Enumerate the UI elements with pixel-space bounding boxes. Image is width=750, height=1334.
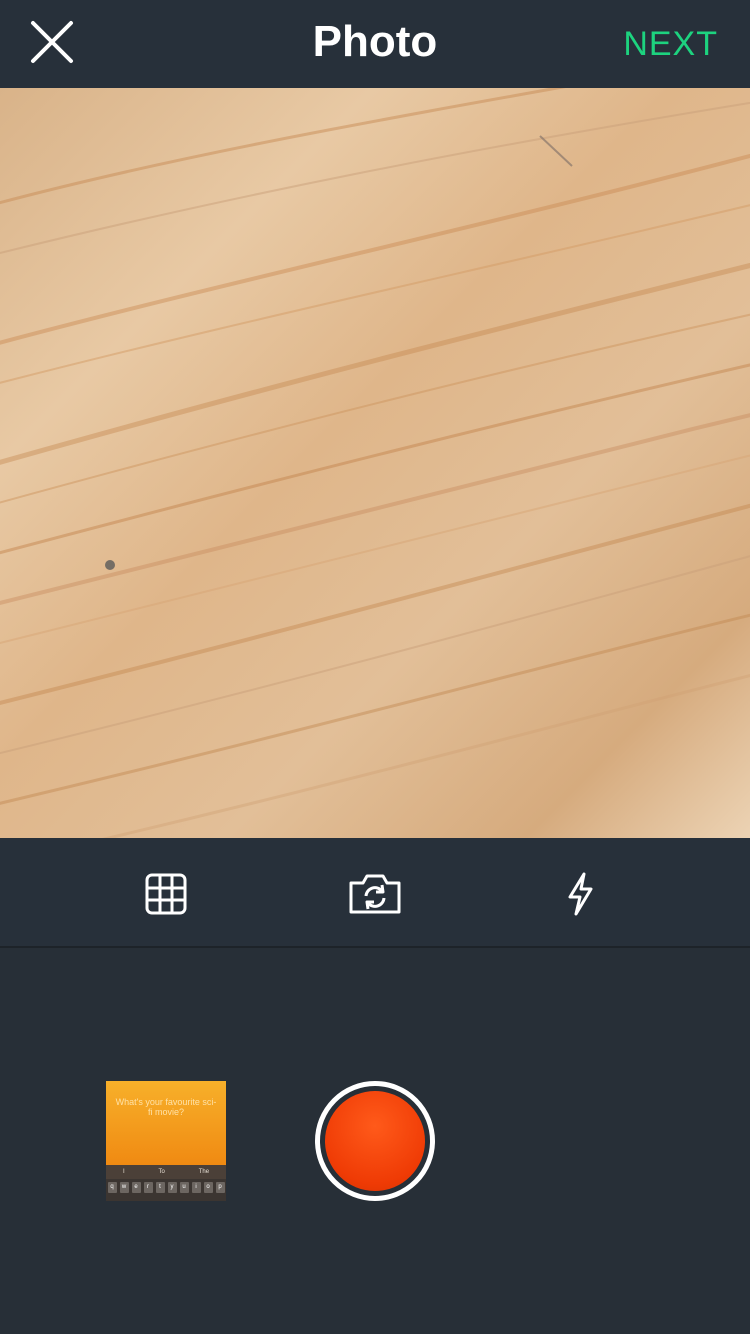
thumbnail-key: u	[179, 1182, 189, 1193]
camera-toolbar	[0, 838, 750, 946]
thumbnail-suggestion: The	[198, 1169, 210, 1175]
thumbnail-question: What's your favourite sci-fi movie?	[115, 1097, 217, 1117]
thumbnail-keyboard: q w e r t y u i o p	[106, 1179, 226, 1201]
flash-button[interactable]	[548, 862, 612, 926]
switch-camera-button[interactable]	[343, 862, 407, 926]
thumbnail-key: r	[143, 1182, 153, 1193]
thumbnail-suggestion: To	[158, 1169, 165, 1175]
grid-button[interactable]	[134, 862, 198, 926]
next-button[interactable]: NEXT	[623, 22, 718, 66]
camera-viewfinder[interactable]	[0, 88, 750, 838]
flash-icon	[568, 872, 593, 916]
thumbnail-key: i	[191, 1182, 201, 1193]
gallery-thumbnail[interactable]: What's your favourite sci-fi movie? I To…	[106, 1081, 226, 1201]
thumbnail-key: e	[131, 1182, 141, 1193]
switch-camera-icon	[349, 874, 401, 914]
thumbnail-key: p	[215, 1182, 225, 1193]
thumbnail-background	[106, 1081, 226, 1165]
shutter-button-core	[325, 1091, 425, 1191]
thumbnail-key: t	[155, 1182, 165, 1193]
grid-icon	[145, 873, 187, 915]
thumbnail-key: q	[107, 1182, 117, 1193]
thumbnail-key: y	[167, 1182, 177, 1193]
thumbnail-suggestion: I	[122, 1169, 125, 1175]
camera-preview-image	[0, 88, 750, 838]
thumbnail-suggestion-bar: I To The	[106, 1165, 226, 1179]
thumbnail-key: w	[119, 1182, 129, 1193]
shutter-button[interactable]	[315, 1081, 435, 1201]
thumbnail-key: o	[203, 1182, 213, 1193]
top-bar: Photo NEXT	[0, 0, 750, 88]
